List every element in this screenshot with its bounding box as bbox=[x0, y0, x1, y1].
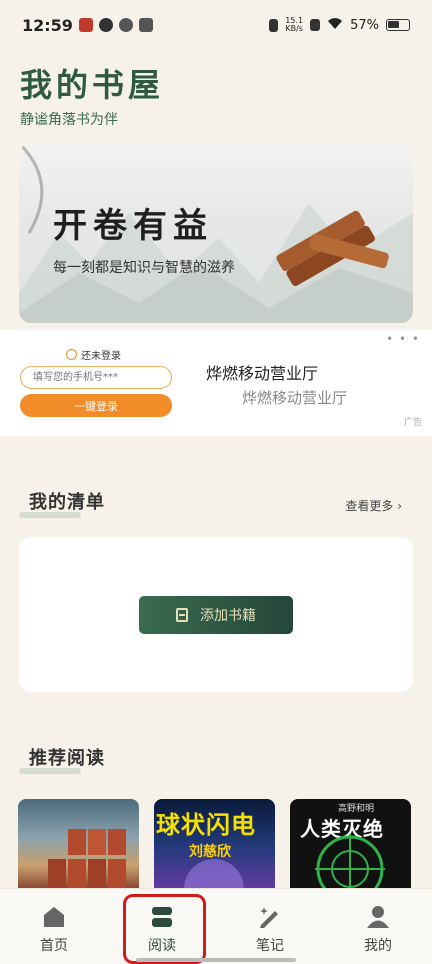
add-book-button[interactable]: 添加书籍 bbox=[139, 596, 293, 634]
phone-input[interactable] bbox=[20, 366, 172, 389]
login-status: 还未登录 bbox=[66, 347, 121, 362]
battery-icon bbox=[386, 19, 410, 31]
ad-company-name-sub: 烨燃移动营业厅 bbox=[242, 389, 348, 407]
lightning-ball-illustration bbox=[184, 859, 244, 894]
battery-percent: 57% bbox=[350, 17, 379, 33]
one-click-login-button[interactable]: 一键登录 bbox=[20, 394, 172, 417]
notification-icon bbox=[78, 18, 93, 32]
wifi-icon bbox=[327, 17, 343, 34]
book-cover[interactable] bbox=[18, 799, 139, 894]
smiley-icon bbox=[66, 349, 77, 360]
target-face-illustration bbox=[315, 834, 385, 894]
grid-notification-icon bbox=[138, 18, 153, 32]
vibrate-icon bbox=[269, 18, 279, 32]
tab-profile[interactable]: 我的 bbox=[324, 889, 432, 964]
status-bar: 12:59 15.1 KB/s 57% bbox=[0, 0, 432, 50]
app-notification-icon bbox=[118, 18, 133, 32]
home-indicator bbox=[136, 958, 296, 962]
page-subtitle: 静谧角落书为伴 bbox=[20, 112, 118, 128]
ad-banner[interactable]: • • • 还未登录 一键登录 烨燃移动营业厅 烨燃移动营业厅 广告 bbox=[0, 330, 432, 436]
ad-label: 广告 bbox=[403, 418, 422, 428]
user-icon bbox=[367, 906, 389, 928]
book-icon bbox=[176, 608, 188, 622]
home-icon bbox=[44, 907, 64, 927]
pen-icon bbox=[260, 907, 278, 928]
my-list-card: 添加书籍 bbox=[19, 537, 413, 692]
see-more-link[interactable]: 查看更多 › bbox=[345, 497, 402, 514]
cloud-icon bbox=[98, 18, 113, 32]
more-options-icon[interactable]: • • • bbox=[386, 332, 420, 346]
book-set-illustration bbox=[48, 829, 126, 889]
sim-icon bbox=[310, 19, 321, 31]
hero-banner[interactable]: 开卷有益 每一刻都是知识与智慧的滋养 bbox=[19, 143, 413, 323]
banner-subtitle: 每一刻都是知识与智慧的滋养 bbox=[53, 260, 235, 276]
banner-title: 开卷有益 bbox=[53, 206, 213, 246]
recommended-title: 推荐阅读 bbox=[19, 744, 105, 774]
highlight-box bbox=[123, 894, 206, 964]
tab-home[interactable]: 首页 bbox=[0, 889, 108, 964]
tab-notes[interactable]: 笔记 bbox=[216, 889, 324, 964]
bottom-tab-bar: 首页 阅读 笔记 我的 bbox=[0, 888, 432, 964]
ad-company-name: 烨燃移动营业厅 bbox=[206, 364, 319, 383]
book-cover[interactable]: 球状闪电 刘慈欣 bbox=[154, 799, 275, 894]
my-list-title: 我的清单 bbox=[19, 488, 105, 518]
net-speed: 15.1 KB/s bbox=[285, 16, 304, 33]
page-title: 我的书屋 bbox=[20, 66, 165, 104]
book-cover[interactable]: 高野和明 人类灭绝 bbox=[290, 799, 411, 894]
clock: 12:59 bbox=[22, 15, 73, 35]
